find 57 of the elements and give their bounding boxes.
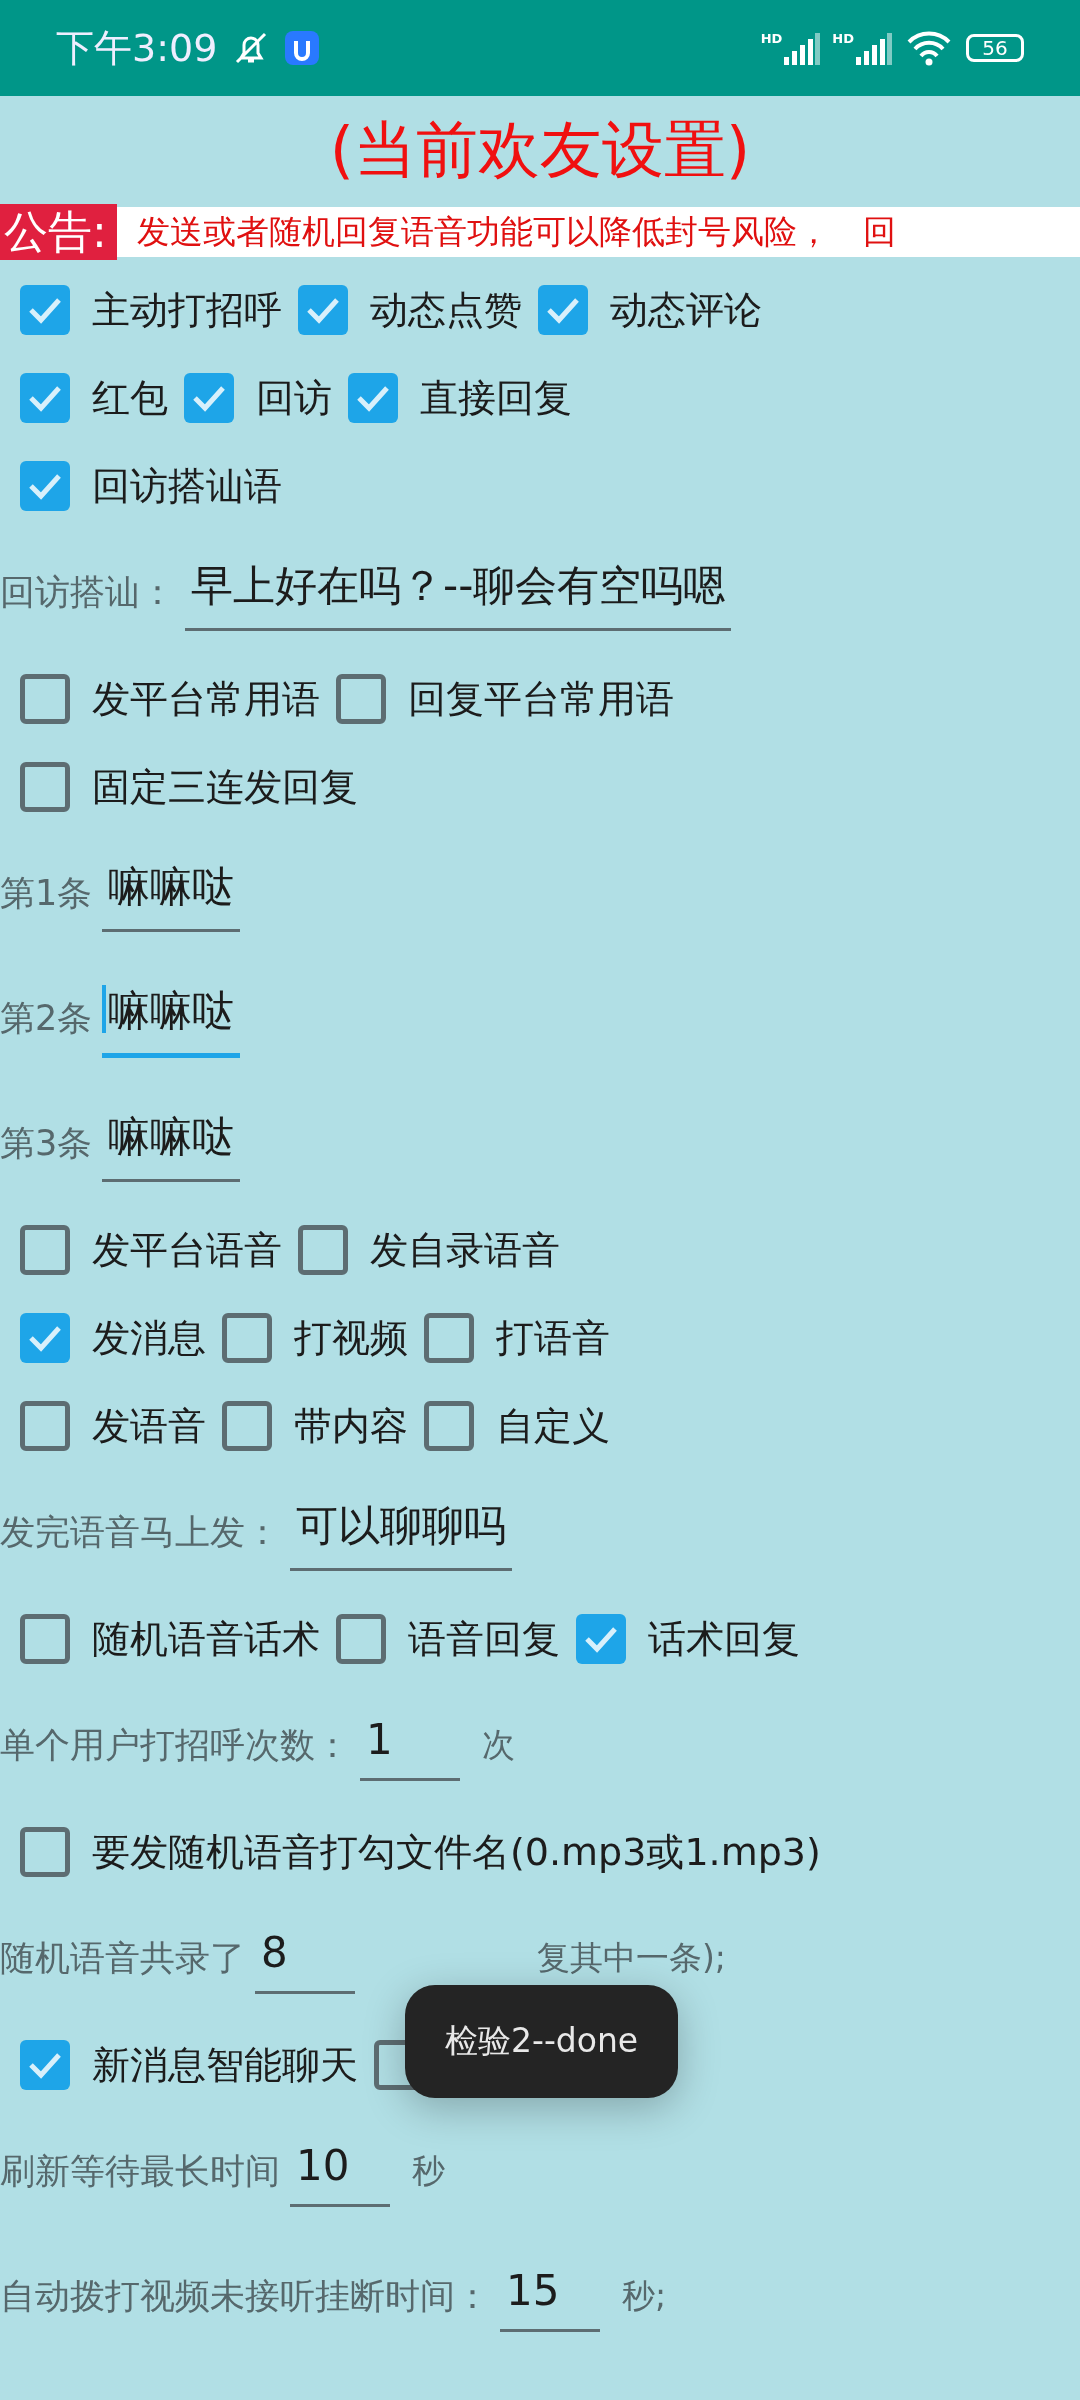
checkbox[interactable]: 语音回复 bbox=[336, 1613, 560, 1665]
checkbox[interactable]: 直接回复 bbox=[348, 372, 572, 424]
text-field[interactable]: 早上好在吗？--聊会有空吗嗯 bbox=[185, 554, 732, 631]
page-title: (当前欢友设置) bbox=[329, 112, 751, 188]
network-label: HD bbox=[760, 31, 783, 46]
checkbox[interactable]: 带内容 bbox=[222, 1400, 408, 1452]
field-label: 发完语音马上发： bbox=[0, 1511, 280, 1554]
checkbox[interactable]: 发消息 bbox=[20, 1312, 206, 1364]
unit-label: 复其中一条); bbox=[537, 1937, 726, 1979]
text-field[interactable]: 嘛嘛哒 bbox=[102, 1105, 241, 1182]
checkbox[interactable]: 固定三连发回复 bbox=[20, 761, 358, 813]
checkbox[interactable]: 回复平台常用语 bbox=[336, 673, 674, 725]
signal-icon bbox=[856, 33, 892, 65]
notice-label: 公告: bbox=[0, 204, 117, 260]
unit-label: 秒; bbox=[622, 2275, 667, 2317]
checkbox[interactable]: 打视频 bbox=[222, 1312, 408, 1364]
signal-icon bbox=[784, 33, 821, 65]
checkbox[interactable]: 发自录语音 bbox=[298, 1224, 560, 1276]
checkbox[interactable]: 发平台语音 bbox=[20, 1224, 282, 1276]
checkbox[interactable]: 回访 bbox=[184, 372, 332, 424]
field-label: 第3条 bbox=[0, 1122, 93, 1165]
field-label: 第2条 bbox=[0, 997, 93, 1040]
checkbox[interactable]: 要发随机语音打勾文件名(0.mp3或1.mp3) bbox=[20, 1826, 821, 1878]
toast-message: 检验2--done bbox=[405, 1985, 679, 2098]
text-field[interactable]: 10 bbox=[290, 2136, 390, 2207]
checkbox[interactable]: 红包 bbox=[20, 372, 168, 424]
checkbox[interactable]: 话术回复 bbox=[576, 1613, 800, 1665]
text-field[interactable]: 可以聊聊吗 bbox=[290, 1494, 512, 1571]
status-time: 下午3:09 bbox=[56, 24, 218, 72]
text-field[interactable]: 嘛嘛哒 bbox=[102, 979, 241, 1058]
app-icon bbox=[285, 31, 320, 65]
text-field[interactable]: 8 bbox=[255, 1923, 355, 1994]
text-field[interactable]: 嘛嘛哒 bbox=[102, 855, 241, 932]
checkbox[interactable]: 打语音 bbox=[424, 1312, 610, 1364]
checkbox[interactable]: 发语音 bbox=[20, 1400, 206, 1452]
notice-ticker: 发送或者随机回复语音功能可以降低封号风险， 回 bbox=[116, 207, 1080, 257]
checkbox[interactable]: 发平台常用语 bbox=[20, 673, 320, 725]
field-label: 第1条 bbox=[0, 872, 93, 915]
network-label: HD bbox=[832, 31, 854, 46]
field-label: 刷新等待最长时间 bbox=[0, 2150, 280, 2193]
checkbox[interactable]: 动态点赞 bbox=[298, 284, 522, 336]
checkbox[interactable]: 自定义 bbox=[424, 1400, 610, 1452]
checkbox[interactable]: 随机语音话术 bbox=[20, 1613, 320, 1665]
unit-label: 秒 bbox=[412, 2150, 445, 2192]
field-label: 单个用户打招呼次数： bbox=[0, 1724, 350, 1767]
checkbox[interactable]: 新消息智能聊天 bbox=[20, 2039, 358, 2091]
wifi-icon bbox=[906, 30, 952, 66]
battery-icon: 56 bbox=[966, 34, 1024, 62]
field-label: 自动拨打视频未接听挂断时间： bbox=[0, 2275, 490, 2318]
field-label: 随机语音共录了 bbox=[0, 1937, 245, 1980]
checkbox[interactable]: 动态评论 bbox=[538, 284, 762, 336]
text-field[interactable]: 1 bbox=[360, 1710, 460, 1781]
unit-label: 次 bbox=[482, 1724, 515, 1766]
text-field[interactable]: 15 bbox=[500, 2261, 600, 2332]
checkbox[interactable]: 回访搭讪语 bbox=[20, 460, 282, 512]
field-label: 回访搭讪： bbox=[0, 571, 175, 614]
checkbox[interactable]: 主动打招呼 bbox=[20, 284, 282, 336]
